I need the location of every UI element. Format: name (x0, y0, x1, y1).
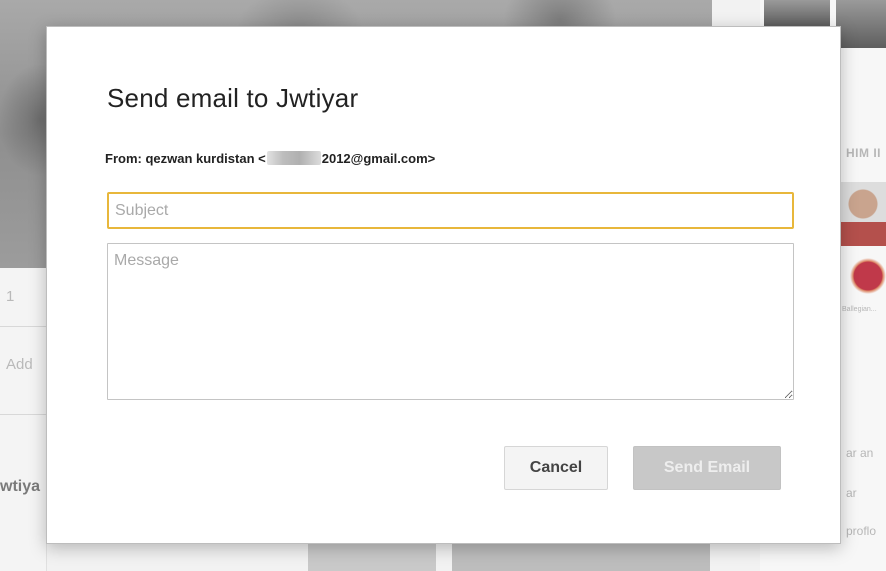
subject-input[interactable] (107, 192, 794, 229)
friend-thumbnail (836, 0, 886, 48)
right-caption: Ballegian... (842, 306, 877, 313)
right-section-heading: HIM II (846, 146, 881, 160)
from-line: From: qezwan kurdistan < 2012@gmail.com> (105, 151, 435, 166)
divider (0, 326, 46, 327)
cancel-button[interactable]: Cancel (504, 446, 608, 490)
left-partial-name: wtiya (0, 478, 41, 495)
redacted-email-part (266, 151, 321, 165)
left-partial-add: Add (6, 356, 33, 373)
send-email-dialog: Send email to Jwtiyar From: qezwan kurdi… (46, 26, 841, 544)
right-text-3: proflo (846, 524, 877, 538)
left-partial-count: 1 (6, 288, 15, 305)
avatar (840, 182, 886, 246)
right-text-2: ar (846, 486, 857, 500)
right-text-1: ar an (846, 446, 874, 460)
from-label: From: qezwan kurdistan < (105, 151, 266, 166)
send-email-button[interactable]: Send Email (633, 446, 781, 490)
from-email-suffix: 2012@gmail.com> (321, 151, 436, 166)
dialog-title: Send email to Jwtiyar (107, 83, 359, 113)
divider (0, 414, 46, 415)
friend-thumbnail (764, 0, 830, 26)
page-thumbnail (848, 256, 886, 300)
left-profile-panel: 1 Add wtiya (0, 268, 47, 571)
message-textarea[interactable] (107, 243, 794, 400)
